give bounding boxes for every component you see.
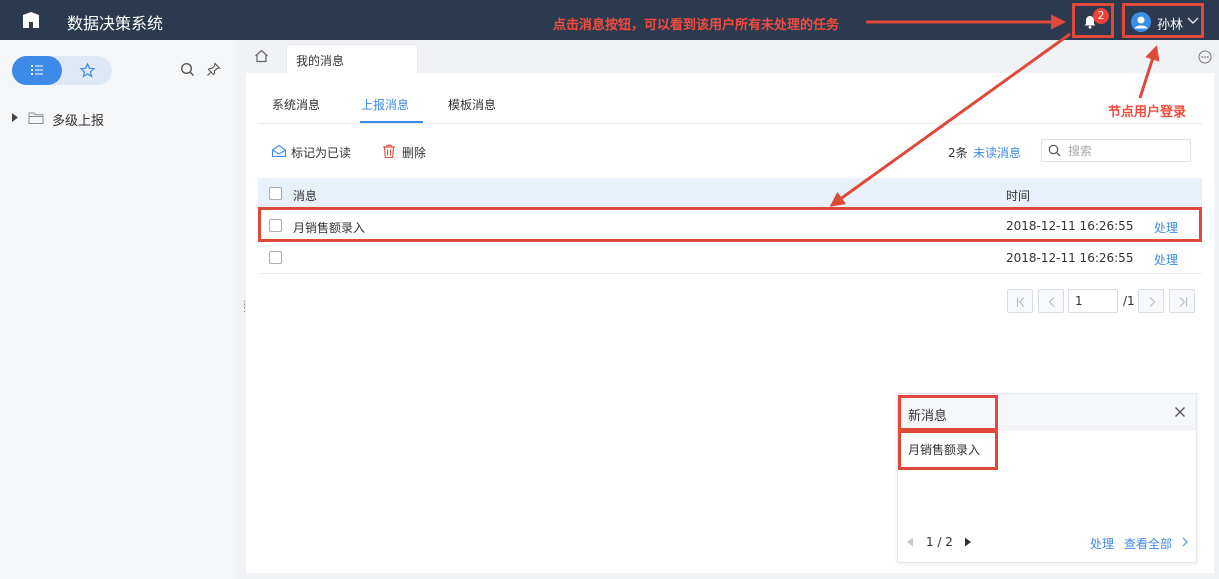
annotation-login: 节点用户登录 <box>1108 105 1187 120</box>
search-icon[interactable] <box>180 62 195 77</box>
chevron-right-icon <box>1149 297 1156 307</box>
caret-right-icon[interactable] <box>12 113 18 122</box>
active-tab-indicator <box>360 121 423 123</box>
delete-label: 删除 <box>402 146 427 160</box>
user-icon <box>1134 16 1148 29</box>
search-icon <box>1048 144 1061 157</box>
user-menu[interactable]: 孙林 <box>1122 3 1204 38</box>
sidebar-view-switch <box>12 56 112 85</box>
table-header: 消息 时间 <box>258 178 1202 210</box>
annotation-notification: 点击消息按钮，可以看到该用户所有未处理的任务 <box>553 18 840 33</box>
tab-bar: 我的消息 <box>246 40 1219 73</box>
tree-item-label: 多级上报 <box>52 114 105 129</box>
user-name: 孙林 <box>1157 18 1184 33</box>
total-pages: /1 <box>1123 294 1135 308</box>
sidebar-resize-handle[interactable]: ⋮ ⋮ <box>240 301 249 317</box>
more-options-icon[interactable] <box>1198 50 1212 64</box>
next-page-button[interactable] <box>1138 289 1164 313</box>
last-page-icon <box>1179 297 1188 307</box>
pin-icon[interactable] <box>206 62 221 77</box>
first-page-button[interactable] <box>1007 289 1033 313</box>
unread-messages-link[interactable]: 未读消息 <box>973 144 1021 161</box>
tab-report-messages[interactable]: 上报消息 <box>361 96 409 113</box>
new-message-popup: 新消息 月销售额录入 1 / 2 处理 查看全部 <box>897 393 1197 563</box>
envelope-open-icon <box>271 144 287 158</box>
prev-page-button[interactable] <box>1038 289 1064 313</box>
highlight-first-row <box>258 207 1202 242</box>
column-header-message: 消息 <box>293 189 318 203</box>
avatar <box>1131 12 1151 32</box>
row-time: 2018-12-11 16:26:55 <box>1006 251 1134 265</box>
popup-page-indicator: 1 / 2 <box>926 535 953 549</box>
chevron-down-icon <box>1187 17 1199 24</box>
top-bar: 数据决策系统 点击消息按钮，可以看到该用户所有未处理的任务 2 孙林 <box>0 0 1219 40</box>
tab-system-messages[interactable]: 系统消息 <box>272 96 320 113</box>
first-page-icon <box>1016 297 1025 307</box>
home-icon[interactable] <box>254 49 269 63</box>
caret-right-icon[interactable] <box>964 537 972 547</box>
notification-button[interactable]: 2 <box>1072 3 1114 38</box>
page-number-input[interactable] <box>1068 289 1118 313</box>
last-page-button[interactable] <box>1169 289 1195 313</box>
table-row[interactable]: 2018-12-11 16:26:55 处理 <box>258 242 1202 274</box>
message-type-tabs: 系统消息 上报消息 模板消息 <box>258 73 1202 124</box>
tab-template-messages[interactable]: 模板消息 <box>448 96 496 113</box>
trash-icon <box>383 144 395 159</box>
list-icon <box>31 65 43 75</box>
handle-link[interactable]: 处理 <box>1154 251 1178 268</box>
highlight-popup-title <box>898 395 998 431</box>
chevron-left-icon <box>1048 297 1055 307</box>
favorites-button[interactable] <box>62 56 112 85</box>
app-title: 数据决策系统 <box>67 14 164 33</box>
list-view-button[interactable] <box>12 56 62 85</box>
tab-my-messages[interactable]: 我的消息 <box>286 44 418 73</box>
close-icon[interactable] <box>1174 406 1186 418</box>
popup-view-all-link[interactable]: 查看全部 <box>1124 535 1172 552</box>
home-logo-icon[interactable] <box>22 11 40 29</box>
message-search-input[interactable] <box>1041 139 1191 162</box>
chevron-right-icon[interactable] <box>1182 537 1188 547</box>
unread-count: 2条 <box>948 146 968 160</box>
popup-handle-link[interactable]: 处理 <box>1090 535 1114 552</box>
caret-left-icon[interactable] <box>906 537 914 547</box>
highlight-popup-item <box>898 430 998 470</box>
sidebar: 多级上报 <box>0 40 236 579</box>
select-all-checkbox[interactable] <box>269 187 282 200</box>
folder-icon <box>28 112 44 124</box>
tab-label: 我的消息 <box>296 54 345 68</box>
notification-badge: 2 <box>1093 8 1109 24</box>
column-header-time: 时间 <box>1006 189 1031 203</box>
row-checkbox[interactable] <box>269 251 282 264</box>
star-icon <box>80 63 95 78</box>
mark-read-label: 标记为已读 <box>291 146 352 160</box>
